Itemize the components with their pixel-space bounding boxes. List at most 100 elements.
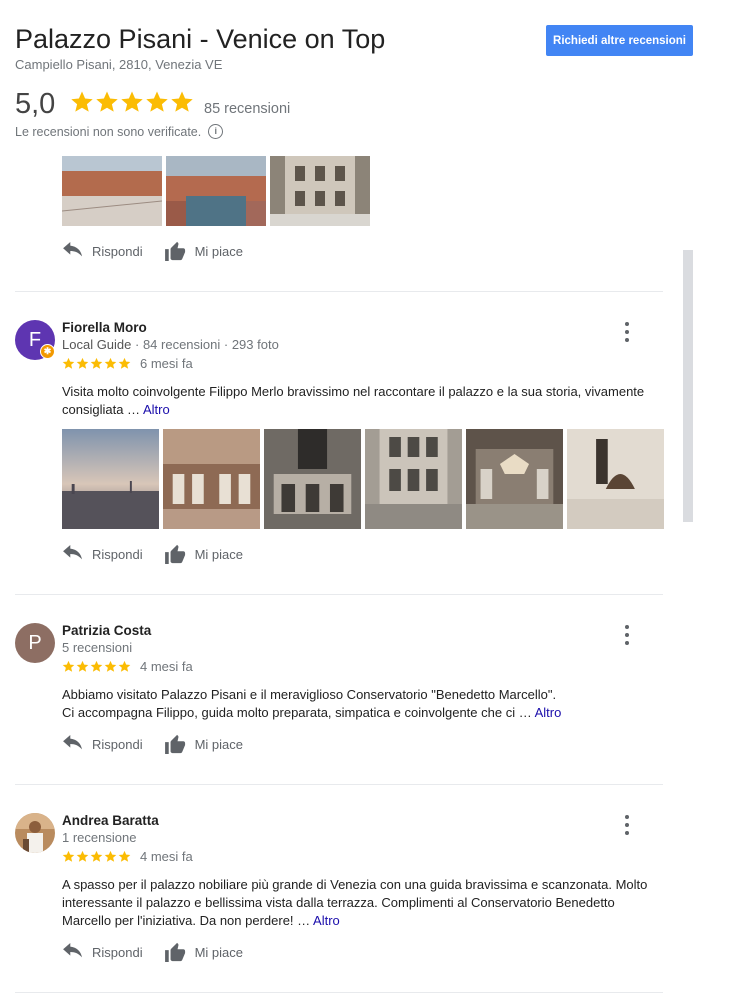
unverified-note: Le recensioni non sono verificate. i: [15, 124, 224, 139]
star-icon: [96, 91, 118, 112]
review-photo[interactable]: [163, 429, 260, 529]
star-icon: [171, 91, 193, 112]
thumb-up-icon: [164, 734, 185, 754]
review-stars: [62, 357, 131, 370]
reply-button[interactable]: Rispondi: [62, 942, 143, 962]
reply-label: Rispondi: [92, 243, 143, 259]
like-button[interactable]: Mi piace: [164, 544, 244, 564]
review-body-line: Ci accompagna Filippo, guida molto prepa…: [62, 705, 535, 720]
review-stars: [62, 660, 131, 673]
review-divider: [15, 784, 663, 785]
request-reviews-button[interactable]: Richiedi altre recensioni: [546, 25, 693, 56]
review-photo[interactable]: [62, 156, 162, 226]
thumb-up-icon: [164, 544, 185, 564]
review-date: 6 mesi fa: [140, 356, 193, 371]
star-icon: [71, 91, 93, 112]
review-photo[interactable]: [264, 429, 361, 529]
more-link[interactable]: Altro: [143, 402, 170, 417]
reviewer-name[interactable]: Fiorella Moro: [62, 320, 147, 335]
reviewer-stats: · 84 recensioni · 293 foto: [131, 337, 279, 352]
reply-button[interactable]: Rispondi: [62, 544, 143, 564]
star-icon: [104, 660, 117, 672]
review-stars: [62, 850, 131, 863]
avatar[interactable]: [15, 813, 55, 853]
star-icon: [90, 660, 103, 672]
star-icon: [118, 850, 131, 862]
review-text: Abbiamo visitato Palazzo Pisani e il mer…: [62, 686, 662, 722]
review-rating: 4 mesi fa: [62, 849, 193, 864]
thumb-up-icon: [164, 241, 185, 261]
avatar-initial: F: [28, 328, 42, 351]
review-actions: Rispondi Mi piace: [62, 942, 243, 962]
reviewer-name[interactable]: Patrizia Costa: [62, 623, 151, 638]
more-vert-icon[interactable]: [625, 625, 629, 645]
reply-icon: [63, 545, 82, 560]
review-date: 4 mesi fa: [140, 659, 193, 674]
review-body-line: Abbiamo visitato Palazzo Pisani e il mer…: [62, 687, 557, 702]
reply-icon: [63, 943, 82, 958]
scrollbar[interactable]: [683, 250, 693, 522]
star-icon: [104, 357, 117, 369]
previous-review-photos: [62, 156, 370, 226]
review-photo[interactable]: [466, 429, 563, 529]
review-actions: Rispondi Mi piace: [62, 544, 243, 564]
review-date: 4 mesi fa: [140, 849, 193, 864]
review-photo[interactable]: [270, 156, 370, 226]
like-button[interactable]: Mi piace: [164, 734, 243, 754]
place-title: Palazzo Pisani - Venice on Top: [15, 24, 386, 54]
review-photo[interactable]: [365, 429, 462, 529]
like-button[interactable]: Mi piace: [164, 241, 244, 261]
review-photo[interactable]: [62, 429, 159, 529]
like-label: Mi piace: [194, 546, 244, 562]
avatar[interactable]: P: [15, 623, 55, 663]
star-icon: [104, 850, 117, 862]
review-text: Visita molto coinvolgente Filippo Merlo …: [62, 383, 662, 419]
reviewer-stats: 1 recensione: [62, 830, 137, 845]
info-icon[interactable]: i: [208, 124, 224, 139]
star-icon: [76, 660, 89, 672]
reply-button[interactable]: Rispondi: [62, 241, 143, 261]
review-divider: [15, 594, 663, 595]
star-icon: [146, 91, 168, 112]
review-rating: 4 mesi fa: [62, 659, 193, 674]
like-label: Mi piace: [194, 243, 244, 259]
review-actions: Rispondi Mi piace: [62, 734, 243, 754]
more-vert-icon[interactable]: [625, 815, 629, 835]
review-photos: [62, 429, 664, 529]
reply-icon: [63, 242, 82, 257]
unverified-text: Le recensioni non sono verificate.: [15, 124, 202, 139]
star-icon: [118, 660, 131, 672]
review-photo[interactable]: [567, 429, 664, 529]
star-icon: [62, 660, 75, 672]
more-vert-icon[interactable]: [625, 322, 629, 342]
reviewer-meta: Local Guide · 84 recensioni · 293 foto: [62, 337, 279, 352]
reply-icon: [63, 735, 82, 750]
like-button[interactable]: Mi piace: [164, 942, 244, 962]
thumb-up-icon: [164, 942, 185, 962]
avatar-photo: [15, 813, 55, 853]
reply-button[interactable]: Rispondi: [62, 734, 143, 754]
like-label: Mi piace: [194, 944, 244, 960]
review-body: A spasso per il palazzo nobiliare più gr…: [62, 877, 648, 928]
review-count[interactable]: 85 recensioni: [204, 101, 290, 117]
more-link[interactable]: Altro: [313, 913, 340, 928]
reply-label: Rispondi: [92, 546, 143, 562]
reply-label: Rispondi: [92, 736, 143, 752]
rating-value: 5,0: [15, 88, 56, 120]
review-rating: 6 mesi fa: [62, 356, 193, 371]
star-icon: [76, 357, 89, 369]
review-divider: [15, 291, 663, 292]
reviewer-name[interactable]: Andrea Baratta: [62, 813, 159, 828]
star-icon: [76, 850, 89, 862]
star-icon: [121, 91, 143, 112]
more-link[interactable]: Altro: [535, 705, 562, 720]
star-icon: [90, 357, 103, 369]
review-divider: [15, 992, 663, 993]
local-guide-badge-icon: ✱: [40, 344, 55, 359]
reply-label: Rispondi: [92, 944, 143, 960]
star-icon: [90, 850, 103, 862]
place-address: Campiello Pisani, 2810, Venezia VE: [15, 57, 223, 72]
rating-stars: [70, 90, 194, 118]
review-text: A spasso per il palazzo nobiliare più gr…: [62, 876, 662, 930]
review-photo[interactable]: [166, 156, 266, 226]
